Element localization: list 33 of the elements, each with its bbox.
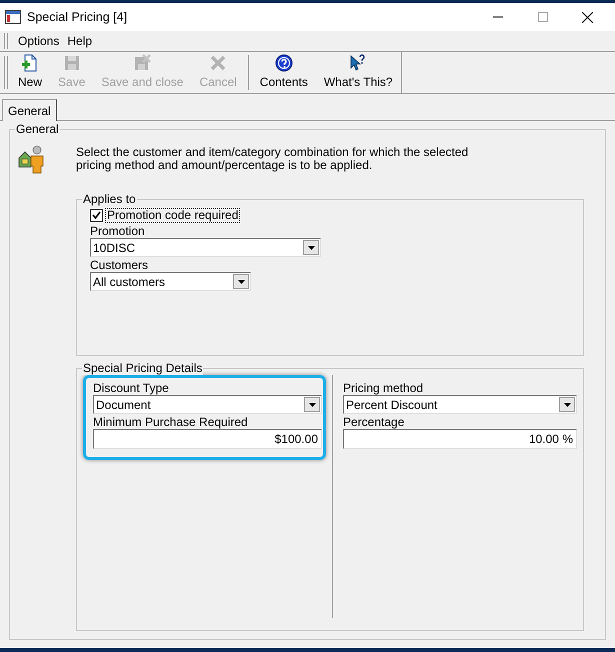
field-label: Pricing method xyxy=(343,381,424,395)
dropdown[interactable]: 10DISC xyxy=(90,238,321,257)
toolbar-button[interactable]: Contents xyxy=(252,52,316,93)
dropdown[interactable]: All customers xyxy=(90,272,251,291)
checkbox[interactable] xyxy=(90,209,103,222)
help-icon xyxy=(274,54,293,72)
toolbar-button[interactable]: What's This? xyxy=(316,52,401,93)
close-icon[interactable] xyxy=(582,12,593,22)
dropdown[interactable]: Document xyxy=(93,395,322,414)
person-icon xyxy=(18,144,46,174)
field-label: Minimum Purchase Required xyxy=(93,415,249,429)
x-icon xyxy=(209,54,228,72)
tab[interactable]: General xyxy=(2,99,57,121)
field-label: Customers xyxy=(90,258,150,272)
field-label: Percentage xyxy=(343,415,406,429)
toolbar-button[interactable]: New xyxy=(10,52,50,93)
input-field[interactable]: $100.00 xyxy=(93,429,322,449)
floppy-disk-x-icon xyxy=(133,54,152,72)
field-label: Discount Type xyxy=(93,381,170,395)
group-title: Special Pricing Details xyxy=(82,361,204,375)
group-title: General xyxy=(15,122,60,136)
field-label: Promotion xyxy=(90,224,146,238)
menu-item[interactable]: Options xyxy=(14,32,64,50)
input-field[interactable]: 10.00 % xyxy=(343,429,577,449)
new-document-icon xyxy=(21,54,39,72)
description-text: Select the customer and item/category combination for which the selected pricing method and amount/percentage is to be applied. xyxy=(76,146,470,174)
checkbox-label[interactable]: Promotion code required xyxy=(105,208,240,223)
dropdown[interactable]: Percent Discount xyxy=(343,395,577,414)
app-icon xyxy=(5,10,21,24)
arrow-question-icon xyxy=(349,54,368,72)
menu-item[interactable]: Help xyxy=(63,32,96,50)
group-title: Applies to xyxy=(82,192,137,206)
window-title: Special Pricing [4] xyxy=(27,8,128,26)
